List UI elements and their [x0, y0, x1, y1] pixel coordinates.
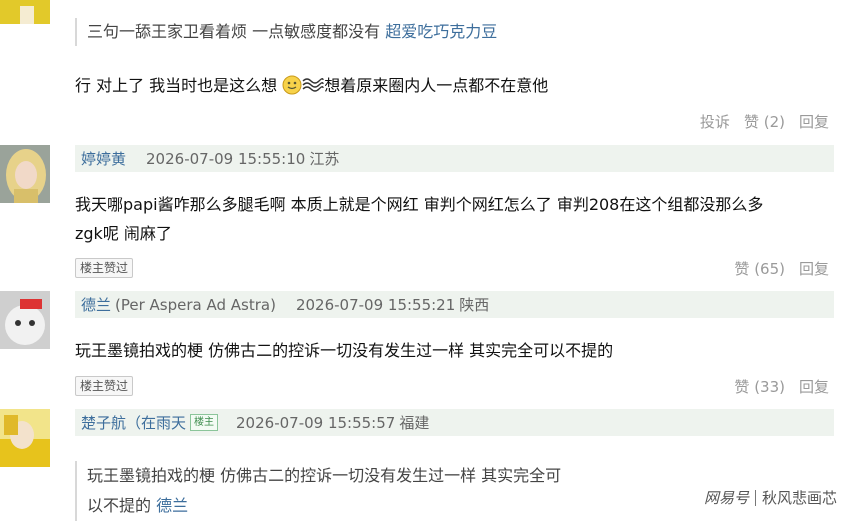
comment-timestamp: 2026-07-09 15:55:21 陕西 [295, 296, 490, 314]
like-button[interactable]: 赞 (2) [744, 111, 785, 132]
reply-button[interactable]: 回复 [799, 111, 829, 132]
reply-button[interactable]: 回复 [799, 258, 829, 279]
comment-actions: 投诉 赞 (2) 回复 [700, 111, 829, 132]
comment-header: 婷婷黄 2026-07-09 15:55:10 江苏 [75, 145, 834, 172]
watermark-divider [754, 489, 756, 506]
comment-actions: 赞 (65) 回复 [734, 258, 829, 279]
avatar[interactable] [0, 409, 50, 467]
watermark-author: 秋风悲画芯 [761, 489, 837, 507]
quote-text: 以不提的 [87, 496, 152, 515]
comment-timestamp: 2026-07-09 15:55:57 福建 [236, 414, 430, 432]
comment-actions: 赞 (33) 回复 [734, 376, 829, 397]
quoted-comment: 玩王墨镜拍戏的梗 仿佛古二的控诉一切没有发生过一样 其实完全可 以不提的 德兰 [75, 461, 561, 521]
quote-text: 玩王墨镜拍戏的梗 仿佛古二的控诉一切没有发生过一样 其实完全可 [87, 466, 562, 485]
username-link[interactable]: 楚子航（在雨天 [81, 412, 186, 433]
smile-emoji-icon [282, 75, 302, 103]
username-subtitle: (Per Aspera Ad Astra) [115, 295, 276, 314]
username-link[interactable]: 婷婷黄 [81, 148, 126, 169]
reply-button[interactable]: 回复 [799, 376, 829, 397]
avatar[interactable] [0, 145, 50, 203]
like-button[interactable]: 赞 (33) [734, 376, 785, 397]
avatar[interactable] [0, 291, 50, 349]
comment-timestamp: 2026-07-09 15:55:10 江苏 [146, 150, 340, 168]
report-button[interactable]: 投诉 [700, 111, 730, 132]
like-button[interactable]: 赞 (65) [734, 258, 785, 279]
owner-tag: 楼主 [190, 414, 219, 431]
comment-header: 德兰 (Per Aspera Ad Astra) 2026-07-09 15:5… [75, 291, 834, 318]
wave-emoji-icon [302, 75, 324, 102]
comment-header: 楚子航（在雨天 楼主 2026-07-09 15:55:57 福建 [75, 409, 834, 436]
username-link[interactable]: 德兰 [81, 294, 111, 315]
quoted-comment: 三句一舔王家卫看着烦 一点敏感度都没有 超爱吃巧克力豆 [75, 18, 497, 46]
owner-liked-badge: 楼主赞过 [75, 258, 134, 278]
owner-liked-badge: 楼主赞过 [75, 376, 134, 396]
avatar[interactable] [0, 0, 50, 24]
watermark: 网易号 秋风悲画芯 [704, 487, 837, 508]
comment-text: 行 对上了 我当时也是这么想 想着原来圈内人一点都不在意他 [75, 72, 548, 103]
quote-author-link[interactable]: 超爱吃巧克力豆 [385, 22, 497, 41]
quote-author-link[interactable]: 德兰 [156, 496, 188, 515]
quote-text: 三句一舔王家卫看着烦 一点敏感度都没有 [87, 22, 381, 41]
watermark-brand: 网易号 [703, 489, 749, 507]
comment-text: 玩王墨镜拍戏的梗 仿佛古二的控诉一切没有发生过一样 其实完全可以不提的 [75, 341, 614, 360]
comment-text: 我天哪papi酱咋那么多腿毛啊 本质上就是个网红 审判个网红怎么了 审判208在… [75, 195, 764, 243]
